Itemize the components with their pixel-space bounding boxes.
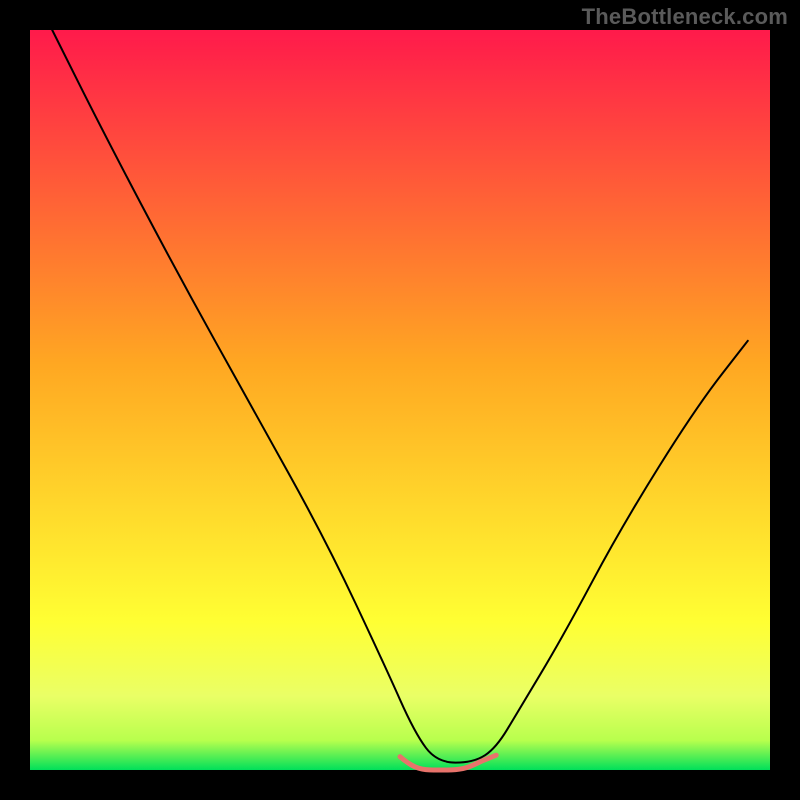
watermark-text: TheBottleneck.com	[582, 4, 788, 30]
chart-background	[30, 30, 770, 770]
chart-frame: TheBottleneck.com	[0, 0, 800, 800]
bottleneck-chart	[0, 0, 800, 800]
